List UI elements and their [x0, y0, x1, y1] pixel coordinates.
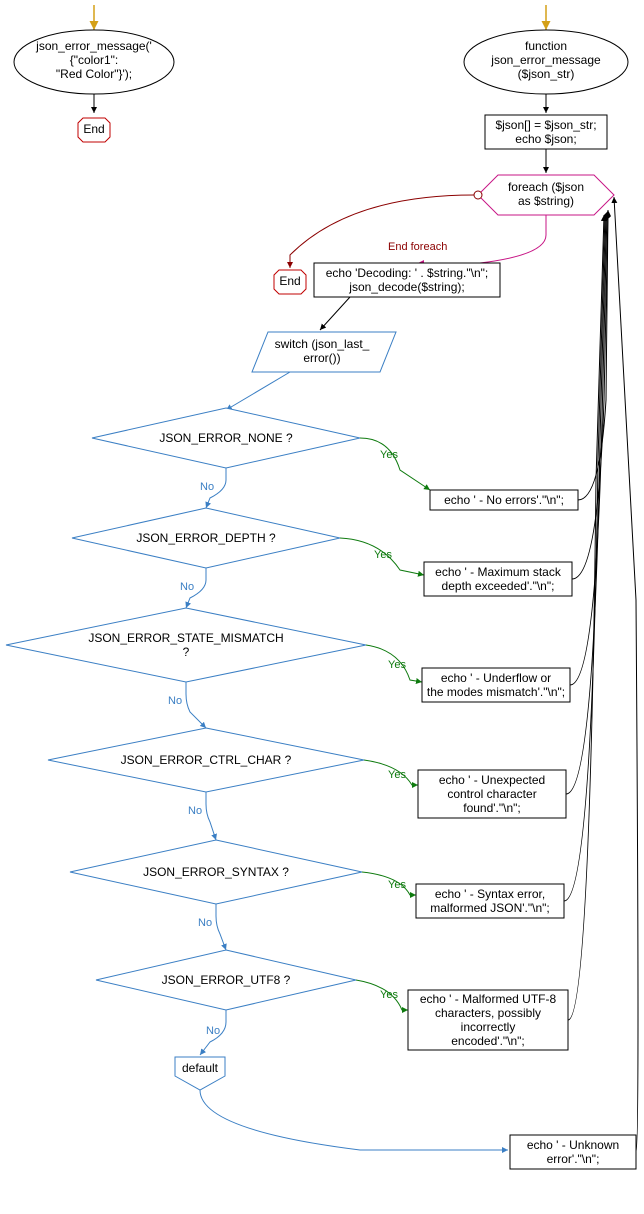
- case4-cond: JSON_ERROR_SYNTAX ?: [143, 865, 289, 879]
- c2-cond-l1: JSON_ERROR_STATE_MISMATCH: [88, 631, 283, 645]
- case3-cond: JSON_ERROR_CTRL_CHAR ?: [121, 753, 292, 767]
- c4-no-label: No: [198, 917, 212, 929]
- c3-action-l3: found'."\n";: [463, 801, 521, 815]
- default-loop-back: [614, 197, 638, 1152]
- right-end-text: End: [279, 274, 300, 288]
- func-text-2: json_error_message: [490, 53, 601, 67]
- c1-yes-label: Yes: [374, 549, 392, 561]
- c2-no-arrow: [186, 682, 206, 728]
- c4-yes-label: Yes: [388, 879, 406, 891]
- c2-cond-l2: ?: [183, 645, 190, 659]
- c3-action-l2: control character: [447, 787, 536, 801]
- left-call-text-2: {"color1":: [70, 53, 119, 67]
- c4-action-l1: echo ' - Syntax error,: [435, 887, 545, 901]
- c5-no-label: No: [206, 1025, 220, 1037]
- c4-action-l2: malformed JSON'."\n";: [430, 901, 550, 915]
- case0-action-text: echo ' - No errors'."\n";: [444, 493, 564, 507]
- assign-text-2: echo $json;: [515, 132, 576, 146]
- c2-yes-label: Yes: [388, 659, 406, 671]
- case5-cond: JSON_ERROR_UTF8 ?: [162, 973, 291, 987]
- foreach-text-2: as $string): [518, 194, 574, 208]
- c4-no-arrow: [216, 904, 226, 950]
- c1-action-l2: depth exceeded'."\n";: [442, 579, 555, 593]
- default-to-action-arrow: [200, 1090, 508, 1150]
- c5-action-l1: echo ' - Malformed UTF-8: [420, 992, 557, 1006]
- c4-loop-back: [564, 214, 605, 901]
- c0-no-label: No: [200, 481, 214, 493]
- left-end-text: End: [83, 122, 104, 136]
- left-call-text: json_error_message(': [35, 39, 152, 53]
- c3-yes-label: Yes: [388, 769, 406, 781]
- foreach-exit-dot: [474, 191, 482, 199]
- c2-action-l1: echo ' - Underflow or: [441, 671, 551, 685]
- c5-action-l2: characters, possibly: [435, 1006, 541, 1020]
- func-text-3: ($json_str): [518, 67, 575, 81]
- loop-to-switch-arrow: [320, 297, 350, 330]
- c2-action-l2: the modes mismatch'."\n";: [427, 685, 565, 699]
- end-foreach-arrow: [290, 195, 474, 268]
- c3-no-label: No: [188, 805, 202, 817]
- c3-no-arrow: [206, 792, 216, 840]
- c5-yes-label: Yes: [380, 989, 398, 1001]
- loop-body-text-2: json_decode($string);: [348, 280, 464, 294]
- c5-action-l3: incorrectly: [461, 1020, 516, 1034]
- switch-to-c0-arrow: [226, 372, 290, 410]
- foreach-body-arrow: [418, 215, 546, 263]
- c1-action-l1: echo ' - Maximum stack: [435, 565, 562, 579]
- default-action-l1: echo ' - Unknown: [527, 1138, 619, 1152]
- foreach-text-1: foreach ($json: [508, 180, 584, 194]
- case0-cond: JSON_ERROR_NONE ?: [159, 431, 293, 445]
- default-action-l2: error'."\n";: [547, 1152, 600, 1166]
- switch-text-1: switch (json_last_: [275, 337, 370, 351]
- c5-loop-back: [568, 215, 604, 1020]
- end-foreach-label: End foreach: [388, 241, 447, 253]
- c1-no-label: No: [180, 581, 194, 593]
- c2-no-label: No: [168, 695, 182, 707]
- default-text: default: [182, 1061, 219, 1075]
- func-text-1: function: [525, 39, 567, 53]
- switch-text-2: error()): [303, 351, 340, 365]
- c0-yes-arrow: [360, 438, 430, 490]
- loop-body-text-1: echo 'Decoding: ' . $string."\n";: [326, 266, 489, 280]
- case1-cond: JSON_ERROR_DEPTH ?: [136, 531, 276, 545]
- left-call-text-3: "Red Color"}');: [56, 67, 132, 81]
- c5-action-l4: encoded'."\n";: [451, 1034, 525, 1048]
- c0-yes-label: Yes: [380, 449, 398, 461]
- c3-action-l1: echo ' - Unexpected: [439, 773, 545, 787]
- assign-text-1: $json[] = $json_str;: [495, 118, 596, 132]
